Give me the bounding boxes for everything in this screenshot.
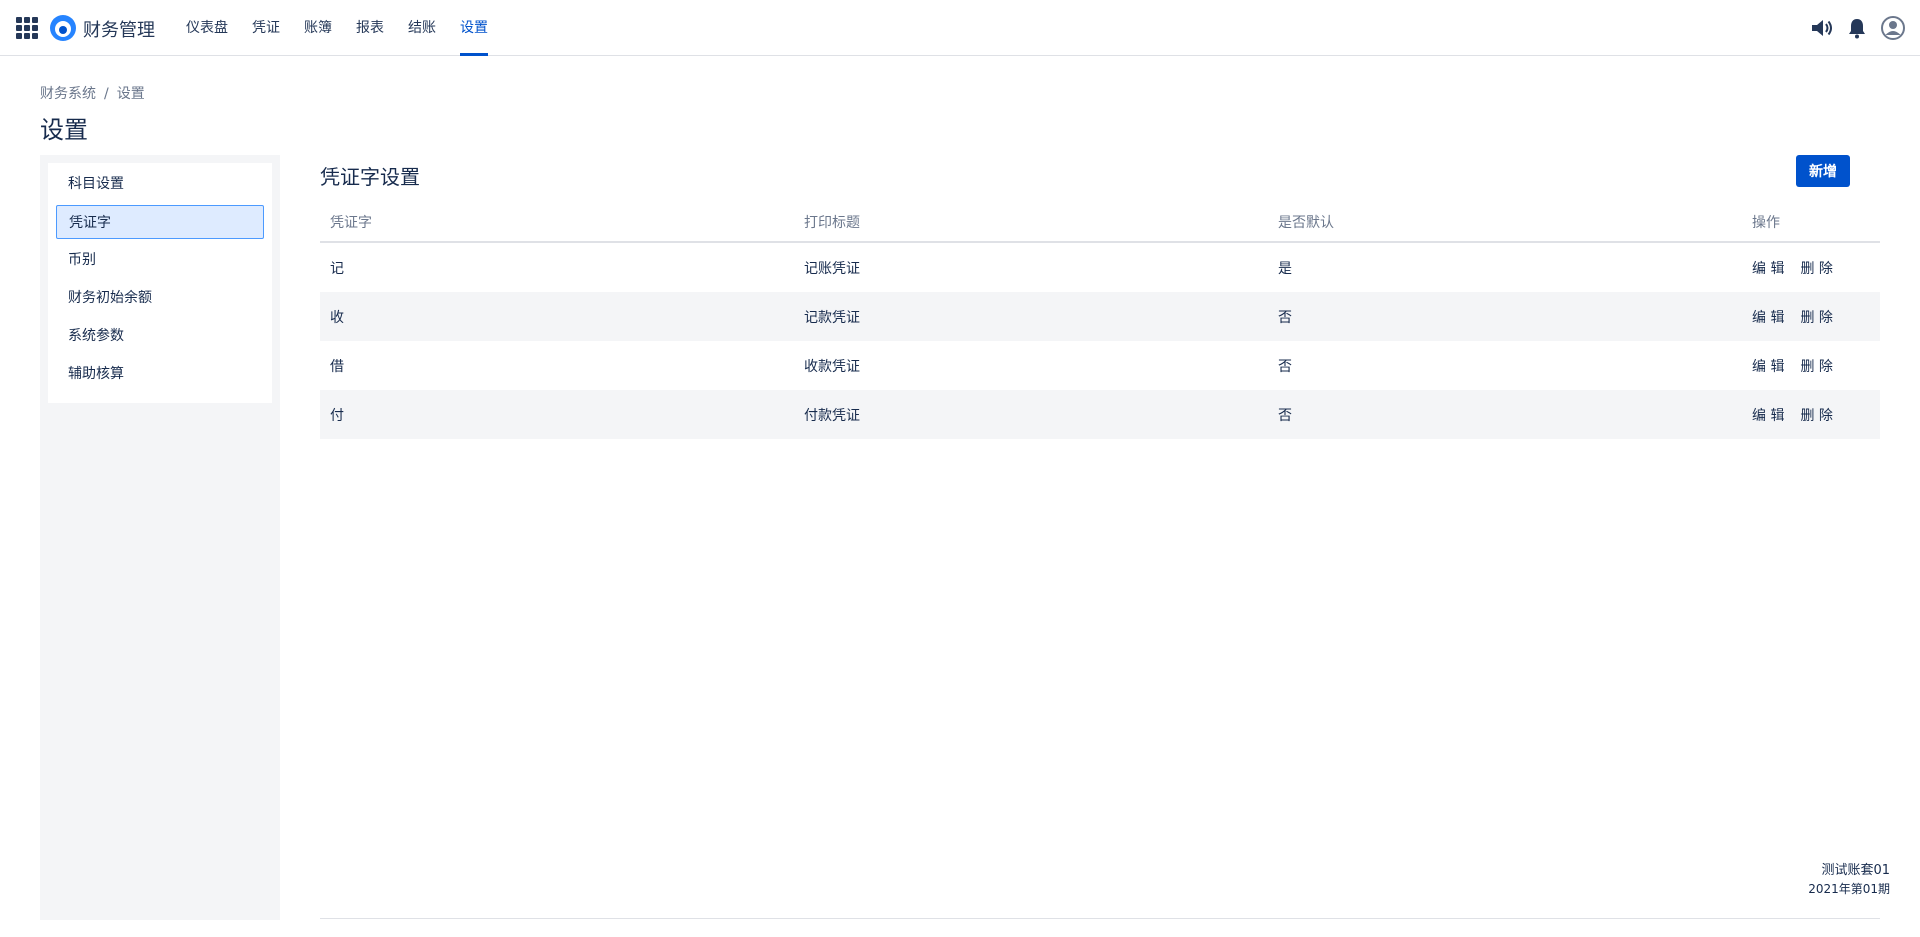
divider [320, 918, 1880, 919]
cell-actions: 编 辑 删 除 [1742, 356, 1880, 376]
voucher-settings-panel: 凭证字设置 新增 凭证字 打印标题 是否默认 操作 记 记账凭证 是 编 辑 删… [320, 155, 1880, 920]
cell-print-title: 记账凭证 [804, 260, 860, 277]
column-header-actions: 操作 [1752, 215, 1780, 231]
sidebar-item-system-params[interactable]: 系统参数 [56, 319, 264, 353]
cell-default: 否 [1278, 358, 1292, 375]
account-period: 2021年第01期 [1808, 882, 1890, 896]
cell-default: 否 [1278, 309, 1292, 326]
speaker-icon[interactable] [1808, 15, 1834, 41]
cell-print-title: 记款凭证 [804, 309, 860, 326]
nav-item-dashboard[interactable]: 仪表盘 [186, 0, 228, 56]
page-title: 设置 [40, 116, 88, 144]
cell-word: 收 [330, 309, 344, 326]
nav-item-settings[interactable]: 设置 [460, 0, 488, 56]
sidebar-item-currency[interactable]: 币别 [56, 243, 264, 277]
nav-item-voucher[interactable]: 凭证 [252, 0, 280, 56]
delete-link[interactable]: 删 除 [1800, 356, 1832, 376]
delete-link[interactable]: 删 除 [1800, 307, 1832, 327]
edit-link[interactable]: 编 辑 [1752, 307, 1784, 327]
sidebar-item-initial-balance[interactable]: 财务初始余额 [56, 281, 264, 315]
account-name: 测试账套01 [1821, 863, 1890, 878]
delete-link[interactable]: 删 除 [1800, 258, 1832, 278]
cell-actions: 编 辑 删 除 [1742, 405, 1880, 425]
cell-actions: 编 辑 删 除 [1742, 258, 1880, 278]
column-header-word: 凭证字 [330, 215, 372, 231]
nav-item-closing[interactable]: 结账 [408, 0, 436, 56]
table-row: 收 记款凭证 否 编 辑 删 除 [320, 292, 1880, 341]
edit-link[interactable]: 编 辑 [1752, 405, 1784, 425]
nav-item-reports[interactable]: 报表 [356, 0, 384, 56]
breadcrumb: 财务系统 / 设置 [40, 83, 145, 103]
app-title[interactable]: 财务管理 [83, 16, 155, 42]
cell-word: 记 [330, 260, 344, 277]
breadcrumb-root[interactable]: 财务系统 [40, 86, 96, 102]
table-header: 凭证字 打印标题 是否默认 操作 [320, 203, 1880, 243]
sidebar-item-aux-accounting[interactable]: 辅助核算 [56, 357, 264, 391]
delete-link[interactable]: 删 除 [1800, 405, 1832, 425]
column-header-print-title: 打印标题 [804, 215, 860, 231]
table-row: 付 付款凭证 否 编 辑 删 除 [320, 390, 1880, 439]
voucher-word-table: 凭证字 打印标题 是否默认 操作 记 记账凭证 是 编 辑 删 除 收 记款凭证… [320, 203, 1880, 439]
sidebar-item-voucher-word[interactable]: 凭证字 [56, 205, 264, 239]
cell-word: 付 [330, 407, 344, 424]
table-row: 记 记账凭证 是 编 辑 删 除 [320, 243, 1880, 292]
settings-sidebar: 科目设置 凭证字 币别 财务初始余额 系统参数 辅助核算 [40, 155, 280, 920]
sidebar-item-subject-settings[interactable]: 科目设置 [56, 167, 264, 201]
logo-icon[interactable] [50, 15, 76, 41]
cell-print-title: 收款凭证 [804, 358, 860, 375]
user-icon[interactable] [1880, 15, 1906, 41]
column-header-default: 是否默认 [1278, 215, 1334, 231]
cell-default: 是 [1278, 260, 1292, 277]
table-row: 借 收款凭证 否 编 辑 删 除 [320, 341, 1880, 390]
cell-default: 否 [1278, 407, 1292, 424]
cell-print-title: 付款凭证 [804, 407, 860, 424]
breadcrumb-separator: / [104, 86, 109, 102]
edit-link[interactable]: 编 辑 [1752, 356, 1784, 376]
cell-actions: 编 辑 删 除 [1742, 307, 1880, 327]
top-bar: 财务管理 仪表盘 凭证 账簿 报表 结账 设置 [0, 0, 1920, 56]
add-button[interactable]: 新增 [1796, 155, 1850, 187]
bell-icon[interactable] [1844, 15, 1870, 41]
top-icons [1798, 15, 1906, 41]
app-switcher-grid-icon[interactable] [16, 17, 38, 39]
account-info: 测试账套01 2021年第01期 [1808, 862, 1890, 898]
breadcrumb-current[interactable]: 设置 [117, 86, 145, 102]
edit-link[interactable]: 编 辑 [1752, 258, 1784, 278]
cell-word: 借 [330, 358, 344, 375]
main-nav: 仪表盘 凭证 账簿 报表 结账 设置 [186, 0, 512, 56]
section-title: 凭证字设置 [320, 165, 420, 189]
nav-item-ledger[interactable]: 账簿 [304, 0, 332, 56]
sidebar-menu: 科目设置 凭证字 币别 财务初始余额 系统参数 辅助核算 [48, 163, 272, 403]
